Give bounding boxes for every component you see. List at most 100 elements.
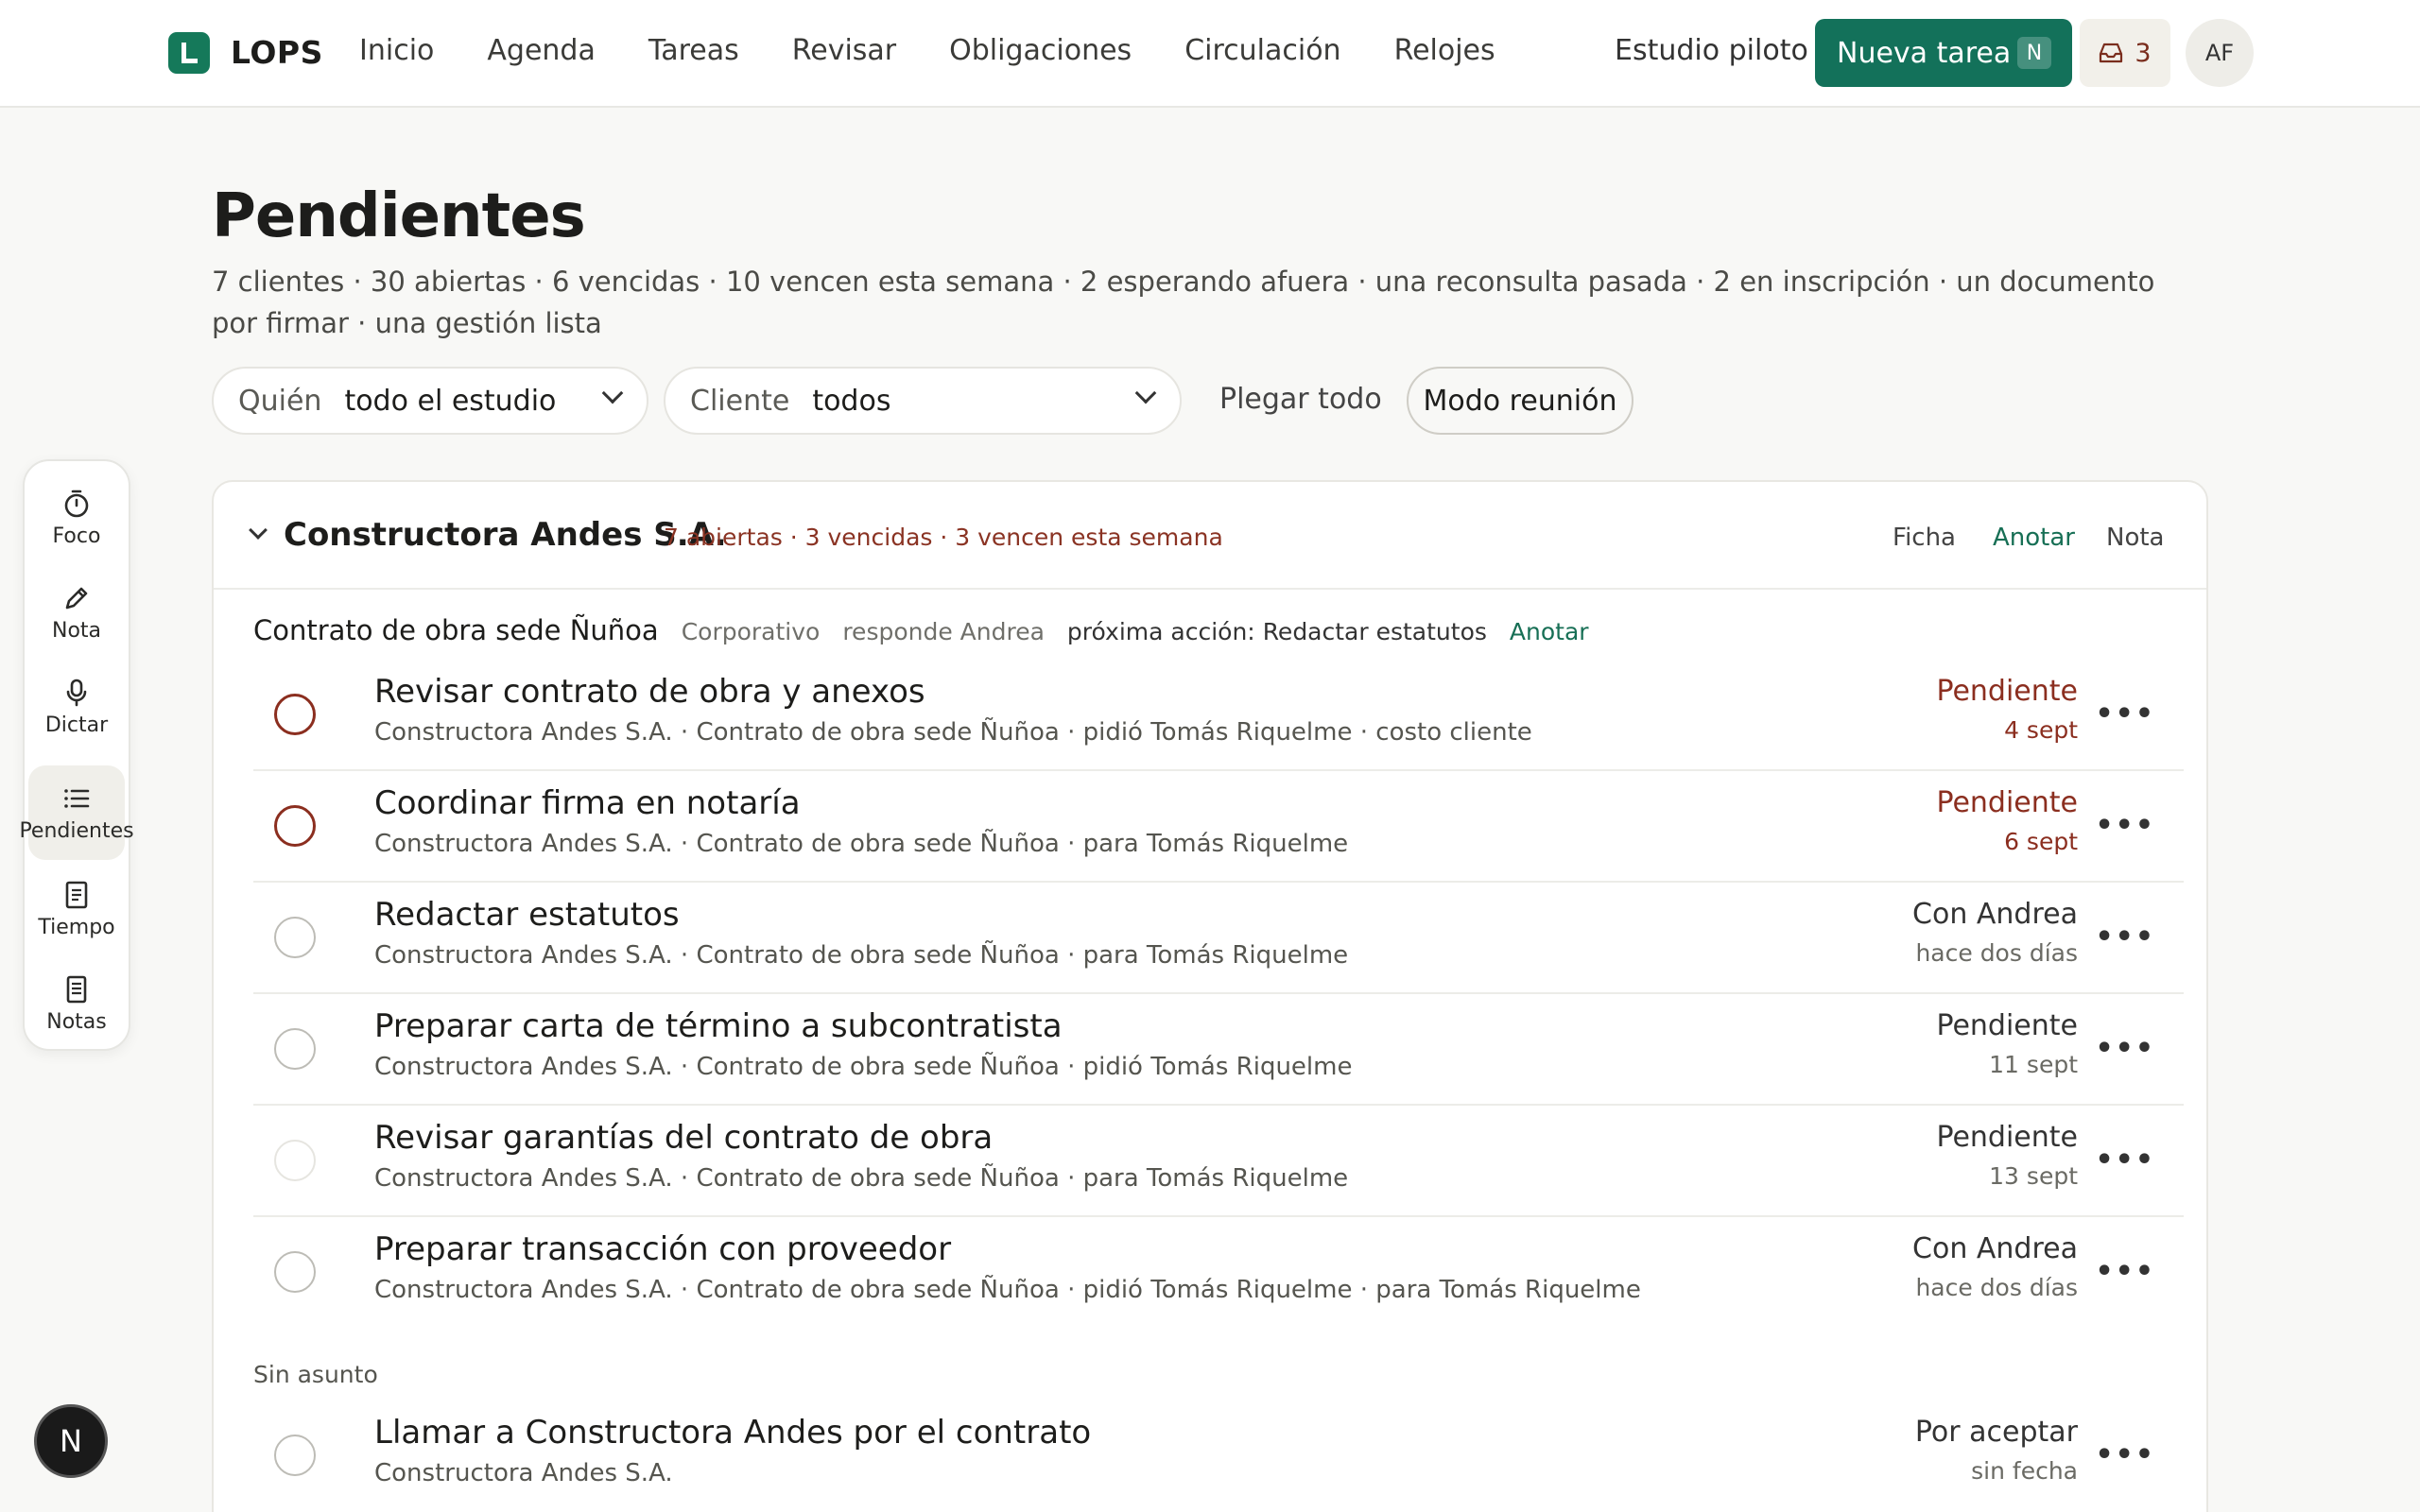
task-checkbox[interactable] — [274, 917, 316, 958]
page-summary: 7 clientes · 30 abiertas · 6 vencidas · … — [212, 266, 2155, 339]
rail-item-tiempo[interactable]: Tiempo — [28, 866, 125, 953]
task-meta: Constructora Andes S.A. · Contrato de ob… — [374, 1276, 1641, 1304]
chevron-down-icon[interactable] — [249, 521, 268, 540]
more-options-icon[interactable]: ••• — [2095, 697, 2155, 730]
list-icon — [64, 788, 90, 808]
task-row[interactable]: Preparar transacción con proveedor Const… — [253, 1217, 2184, 1329]
inbox-button[interactable]: 3 — [2080, 19, 2170, 87]
matter-anotar-link[interactable]: Anotar — [1510, 618, 1589, 645]
rail-label: Nota — [51, 618, 102, 643]
rail-item-dictar[interactable]: Dictar — [28, 663, 125, 750]
rail-item-notas[interactable]: Notas — [28, 960, 125, 1047]
task-date: hace dos días — [1915, 1274, 2078, 1301]
shortcut-badge: N — [2017, 37, 2051, 69]
task-checkbox[interactable] — [274, 1028, 316, 1070]
more-options-icon[interactable]: ••• — [2095, 1032, 2155, 1065]
rail-label: Dictar — [44, 713, 109, 737]
task-date: 4 sept — [2004, 716, 2078, 744]
next-action-label: próxima acción: — [1066, 618, 1255, 645]
pencil-icon — [65, 587, 88, 609]
task-meta: Constructora Andes S.A. — [374, 1459, 673, 1487]
nav-circulacion[interactable]: Circulación — [1184, 34, 1340, 67]
inbox-icon — [2100, 43, 2123, 63]
nav-revisar[interactable]: Revisar — [792, 34, 896, 67]
who-filter-value: todo el estudio — [344, 384, 557, 418]
task-status: Por aceptar — [1914, 1416, 2078, 1449]
notes-icon — [66, 975, 87, 1003]
avatar[interactable]: AF — [2186, 19, 2254, 87]
more-options-icon[interactable]: ••• — [2095, 1143, 2155, 1177]
task-row[interactable]: Preparar carta de término a subcontratis… — [253, 994, 2184, 1106]
inbox-count: 3 — [2135, 38, 2152, 68]
client-card: Constructora Andes S.A. 7 abiertas · 3 v… — [212, 480, 2208, 1512]
document-icon — [65, 881, 88, 908]
task-title[interactable]: Revisar garantías del contrato de obra — [374, 1119, 993, 1157]
meeting-mode-button[interactable]: Modo reunión — [1407, 367, 1634, 435]
top-navigation: LOPS Inicio Agenda Tareas Revisar Obliga… — [0, 0, 2420, 108]
rail-label: Foco — [52, 524, 101, 548]
client-stats: 7 abiertas · 3 vencidas · 3 vencen esta … — [664, 524, 1223, 551]
studio-selector[interactable]: Estudio piloto — [1615, 34, 1808, 67]
client-filter-label: Cliente — [690, 384, 790, 418]
task-date: 6 sept — [2004, 828, 2078, 855]
matter-area: Corporativo — [681, 618, 821, 645]
task-title[interactable]: Preparar transacción con proveedor — [374, 1230, 951, 1268]
who-filter[interactable]: Quién todo el estudio — [212, 367, 648, 435]
task-status: Pendiente — [1936, 786, 2078, 819]
new-task-label: Nueva tarea — [1837, 36, 2012, 70]
task-row[interactable]: Revisar garantías del contrato de obra C… — [253, 1106, 2184, 1217]
microphone-icon — [66, 679, 87, 706]
brand-name[interactable]: LOPS — [231, 34, 323, 71]
next-action-value: Redactar estatutos — [1262, 618, 1487, 645]
task-checkbox[interactable] — [274, 694, 316, 735]
rail-label: Pendientes — [19, 818, 134, 843]
matter-name[interactable]: Contrato de obra sede Ñuñoa — [253, 614, 659, 646]
nav-inicio[interactable]: Inicio — [359, 34, 434, 67]
matter-header: Contrato de obra sede Ñuñoa Corporativo … — [253, 614, 1589, 646]
more-options-icon[interactable]: ••• — [2095, 1255, 2155, 1288]
task-title[interactable]: Preparar carta de término a subcontratis… — [374, 1007, 1063, 1045]
nav-tareas[interactable]: Tareas — [648, 34, 739, 67]
matter-next-action: próxima acción: Redactar estatutos — [1067, 618, 1487, 645]
client-name[interactable]: Constructora Andes S.A. — [284, 516, 727, 554]
task-row[interactable]: Coordinar firma en notaría Constructora … — [253, 771, 2184, 883]
nav-agenda[interactable]: Agenda — [487, 34, 595, 67]
quick-actions-rail: Foco Nota Dictar Pendientes Tiempo Notas — [19, 459, 134, 1051]
anotar-link[interactable]: Anotar — [1993, 524, 2075, 552]
task-status: Pendiente — [1936, 1121, 2078, 1154]
nav-obligaciones[interactable]: Obligaciones — [949, 34, 1132, 67]
dev-tools-badge[interactable]: N — [34, 1404, 108, 1478]
who-filter-label: Quién — [238, 384, 322, 418]
more-options-icon[interactable]: ••• — [2095, 920, 2155, 954]
ficha-link[interactable]: Ficha — [1893, 524, 1956, 552]
task-checkbox[interactable] — [274, 1435, 316, 1476]
rail-item-foco[interactable]: Foco — [28, 474, 125, 561]
collapse-all-button[interactable]: Plegar todo — [1219, 383, 1382, 416]
more-options-icon[interactable]: ••• — [2095, 809, 2155, 842]
task-title[interactable]: Llamar a Constructora Andes por el contr… — [374, 1414, 1091, 1452]
task-row[interactable]: Revisar contrato de obra y anexos Constr… — [253, 660, 2184, 771]
rail-label: Tiempo — [38, 915, 115, 939]
new-task-button[interactable]: Nueva tarea N — [1815, 19, 2072, 87]
task-title[interactable]: Coordinar firma en notaría — [374, 784, 801, 822]
client-filter[interactable]: Cliente todos — [664, 367, 1182, 435]
nota-link[interactable]: Nota — [2106, 524, 2164, 552]
task-date: 13 sept — [1989, 1162, 2078, 1190]
logo-icon[interactable] — [168, 32, 210, 74]
task-checkbox[interactable] — [274, 1251, 316, 1293]
task-meta: Constructora Andes S.A. · Contrato de ob… — [374, 718, 1532, 747]
task-meta: Constructora Andes S.A. · Contrato de ob… — [374, 1164, 1349, 1193]
task-meta: Constructora Andes S.A. · Contrato de ob… — [374, 830, 1349, 858]
rail-item-nota[interactable]: Nota — [28, 569, 125, 656]
task-checkbox[interactable] — [274, 805, 316, 847]
task-title[interactable]: Redactar estatutos — [374, 896, 680, 934]
task-row[interactable]: Redactar estatutos Constructora Andes S.… — [253, 883, 2184, 994]
rail-item-pendientes[interactable]: Pendientes — [19, 765, 134, 860]
more-options-icon[interactable]: ••• — [2095, 1438, 2155, 1471]
task-checkbox[interactable] — [274, 1140, 316, 1181]
task-date: hace dos días — [1915, 939, 2078, 967]
nav-relojes[interactable]: Relojes — [1394, 34, 1495, 67]
task-meta: Constructora Andes S.A. · Contrato de ob… — [374, 941, 1349, 970]
task-title[interactable]: Revisar contrato de obra y anexos — [374, 673, 925, 711]
task-row[interactable]: Llamar a Constructora Andes por el contr… — [253, 1400, 2184, 1512]
